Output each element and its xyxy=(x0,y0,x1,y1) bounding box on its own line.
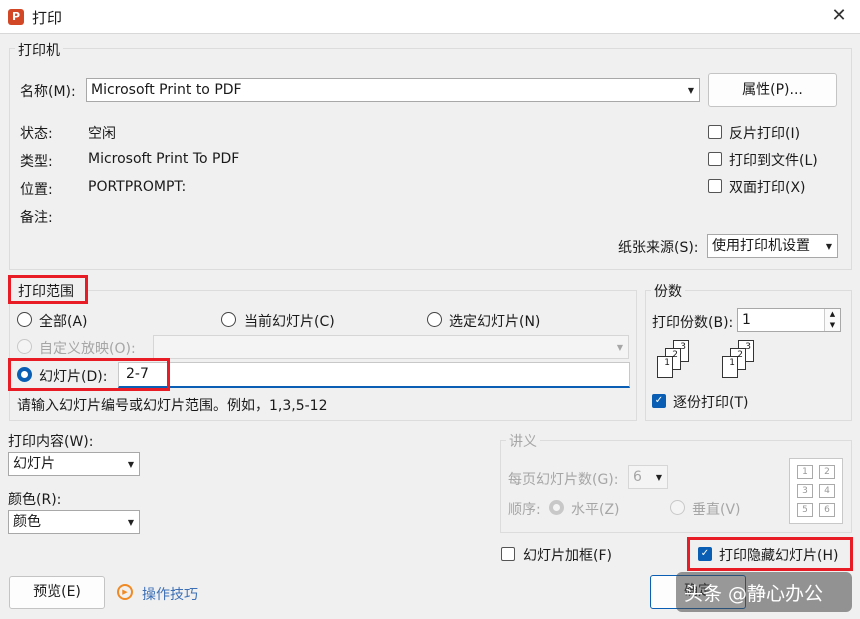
print-to-file-checkbox[interactable] xyxy=(708,152,722,166)
chevron-down-icon: ▼ xyxy=(127,518,134,527)
window-title: 打印 xyxy=(32,9,63,27)
chevron-down-icon: ▼ xyxy=(825,242,832,251)
collate-stack-icon: 3 2 1 xyxy=(720,340,758,380)
paper-source-value: 使用打印机设置 xyxy=(712,238,810,254)
preview-button[interactable]: 预览(E) xyxy=(9,576,105,609)
print-to-file-label: 打印到文件(L) xyxy=(729,153,818,169)
slide-frame-checkbox[interactable] xyxy=(501,547,515,561)
collate-stack-icon: 3 2 1 xyxy=(655,340,693,380)
close-icon[interactable]: ✕ xyxy=(818,0,860,34)
per-page-label: 每页幻灯片数(G): xyxy=(508,472,619,488)
chevron-down-icon: ▼ xyxy=(687,86,694,95)
order-horizontal-radio[interactable] xyxy=(549,500,564,515)
handout-legend: 讲义 xyxy=(506,431,540,451)
range-custom-radio[interactable] xyxy=(17,339,32,354)
type-value: Microsoft Print To PDF xyxy=(88,151,240,167)
status-value: 空闲 xyxy=(88,126,116,142)
order-label: 顺序: xyxy=(508,502,541,518)
copies-legend: 份数 xyxy=(651,281,685,301)
range-all-label: 全部(A) xyxy=(39,314,88,330)
watermark-text: 头条 @静心办公 xyxy=(684,583,824,605)
location-value: PORTPROMPT: xyxy=(88,179,187,195)
preview-cell: 2 xyxy=(819,465,835,479)
order-vertical-radio[interactable] xyxy=(670,500,685,515)
slides-range-input[interactable] xyxy=(118,362,630,388)
chevron-down-icon: ▼ xyxy=(127,460,134,469)
collate-label: 逐份打印(T) xyxy=(673,395,749,411)
range-hint: 请输入幻灯片编号或幻灯片范围。例如，1,3,5-12 xyxy=(17,398,328,414)
preview-cell: 1 xyxy=(797,465,813,479)
color-value: 颜色 xyxy=(13,514,41,530)
order-horizontal-label: 水平(Z) xyxy=(571,502,620,518)
reverse-print-checkbox[interactable] xyxy=(708,125,722,139)
print-hidden-label: 打印隐藏幻灯片(H) xyxy=(719,548,839,564)
spinner-arrows-icon[interactable]: ▲ ▼ xyxy=(824,309,840,331)
properties-button[interactable]: 属性(P)... xyxy=(708,73,837,107)
status-label: 状态: xyxy=(20,126,53,142)
paper-source-label: 纸张来源(S): xyxy=(618,240,699,256)
wps-presentation-icon: P xyxy=(8,9,24,25)
range-selected-label: 选定幻灯片(N) xyxy=(449,314,541,330)
chevron-down-icon: ▼ xyxy=(616,343,623,352)
printer-legend: 打印机 xyxy=(15,40,63,60)
preview-cell: 5 xyxy=(797,503,813,517)
custom-show-select[interactable]: ▼ xyxy=(153,335,629,359)
range-current-radio[interactable] xyxy=(221,312,236,327)
preview-cell: 4 xyxy=(819,484,835,498)
preview-cell: 3 xyxy=(797,484,813,498)
type-label: 类型: xyxy=(20,154,53,170)
print-what-select[interactable]: 幻灯片 ▼ xyxy=(8,452,140,476)
sheet-icon: 1 xyxy=(722,356,738,378)
range-slides-radio[interactable] xyxy=(17,367,32,382)
play-icon: ▶ xyxy=(117,584,133,600)
color-label: 颜色(R): xyxy=(8,492,62,508)
range-selected-radio[interactable] xyxy=(427,312,442,327)
comment-label: 备注: xyxy=(20,210,53,226)
printer-name-select[interactable]: Microsoft Print to PDF ▼ xyxy=(86,78,700,102)
title-bar xyxy=(0,0,860,34)
collate-checkbox[interactable]: ✓ xyxy=(652,394,666,408)
duplex-checkbox[interactable] xyxy=(708,179,722,193)
copies-count-label: 打印份数(B): xyxy=(652,315,734,331)
paper-source-select[interactable]: 使用打印机设置 ▼ xyxy=(707,234,838,258)
preview-cell: 6 xyxy=(819,503,835,517)
slides-range-value: 2-7 xyxy=(126,366,149,382)
per-page-select[interactable]: 6 ▼ xyxy=(628,465,668,489)
reverse-print-label: 反片打印(I) xyxy=(729,126,801,142)
sheet-icon: 1 xyxy=(657,356,673,378)
printer-name-label: 名称(M): xyxy=(20,84,76,100)
slide-frame-label: 幻灯片加框(F) xyxy=(523,548,612,564)
color-select[interactable]: 颜色 ▼ xyxy=(8,510,140,534)
printer-name-value: Microsoft Print to PDF xyxy=(91,82,242,98)
handout-layout-preview: 1 2 3 4 5 6 xyxy=(789,458,843,524)
print-what-value: 幻灯片 xyxy=(13,456,55,472)
range-all-radio[interactable] xyxy=(17,312,32,327)
copies-count-value: 1 xyxy=(742,312,751,328)
range-custom-label: 自定义放映(O): xyxy=(39,341,136,357)
order-vertical-label: 垂直(V) xyxy=(692,502,741,518)
print-range-legend: 打印范围 xyxy=(18,284,74,300)
duplex-label: 双面打印(X) xyxy=(729,180,806,196)
location-label: 位置: xyxy=(20,182,53,198)
range-current-label: 当前幻灯片(C) xyxy=(244,314,335,330)
tips-link[interactable]: 操作技巧 xyxy=(142,584,198,604)
print-what-label: 打印内容(W): xyxy=(8,434,94,450)
per-page-value: 6 xyxy=(633,469,642,485)
range-slides-label: 幻灯片(D): xyxy=(39,369,108,385)
print-hidden-checkbox[interactable]: ✓ xyxy=(698,547,712,561)
chevron-down-icon: ▼ xyxy=(655,473,662,482)
